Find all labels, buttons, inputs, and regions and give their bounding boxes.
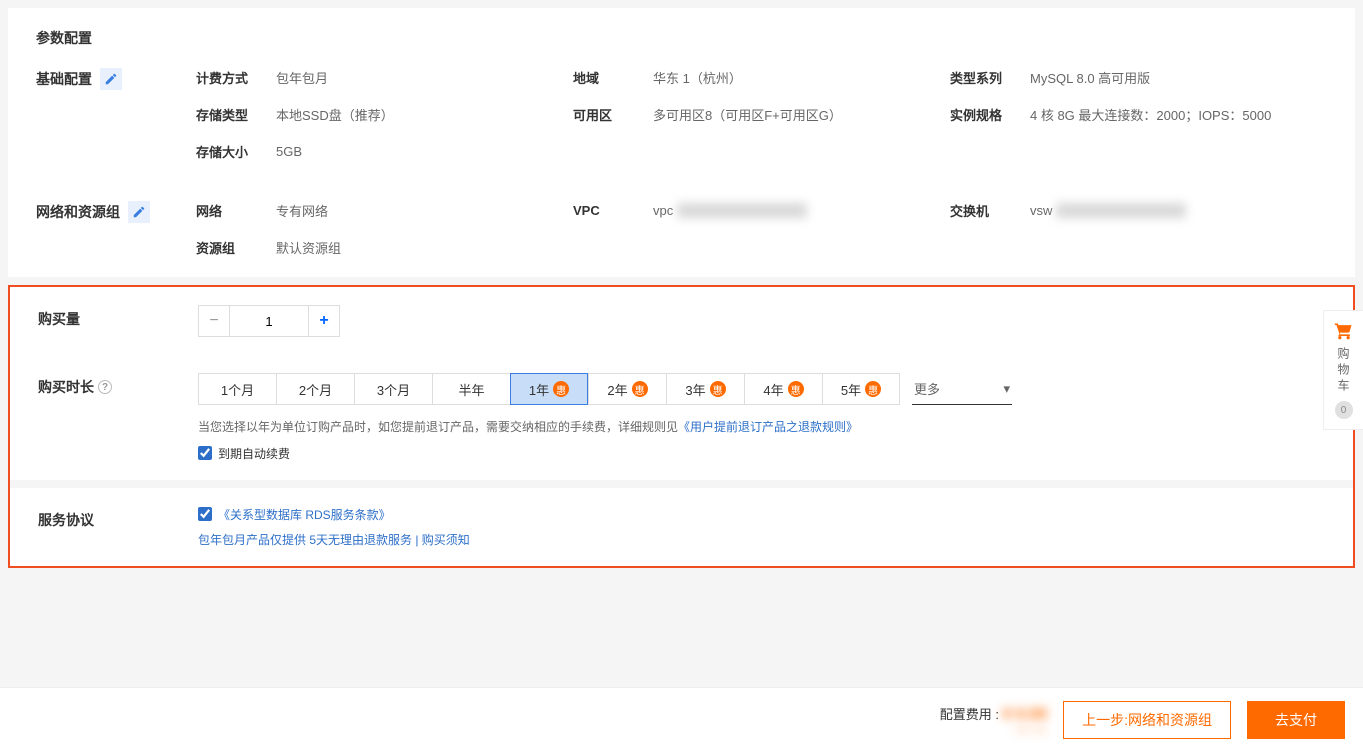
fee-sub: ---- ---- xyxy=(940,724,1047,736)
series-key: 类型系列 xyxy=(950,68,1030,87)
duration-option-4[interactable]: 1年惠 xyxy=(510,373,588,405)
edit-network-icon[interactable] xyxy=(128,201,150,223)
zone-val: 多可用区8（可用区F+可用区G） xyxy=(653,105,950,124)
pay-button[interactable]: 去支付 xyxy=(1247,701,1345,739)
fee-value: ¥ 0.00 xyxy=(1003,706,1047,723)
duration-option-3[interactable]: 半年 xyxy=(432,373,510,405)
cart-label: 购物车 xyxy=(1335,347,1352,395)
vswitch-key: 交换机 xyxy=(950,201,1030,220)
qty-label: 购买量 xyxy=(38,309,198,329)
vpc-key: VPC xyxy=(573,203,653,218)
net-key: 网络 xyxy=(196,201,276,220)
agreement-label: 服务协议 xyxy=(38,510,198,530)
auto-renew-label: 到期自动续费 xyxy=(218,445,290,462)
fee-label: 配置费用 : xyxy=(940,707,999,722)
resgroup-key: 资源组 xyxy=(196,238,276,257)
spec-val: 4 核 8G 最大连接数：2000；IOPS：5000 xyxy=(1030,105,1327,124)
region-key: 地域 xyxy=(573,68,653,87)
region-val: 华东 1（杭州） xyxy=(653,68,950,87)
zone-key: 可用区 xyxy=(573,105,653,124)
duration-option-8[interactable]: 5年惠 xyxy=(822,373,900,405)
cart-icon xyxy=(1334,321,1354,341)
spec-key: 实例规格 xyxy=(950,105,1030,124)
vswitch-val: vsw xxxxxxxxxxxxxxxxxxxx xyxy=(1030,203,1327,218)
resgroup-val: 默认资源组 xyxy=(276,238,573,257)
network-config-title: 网络和资源组 xyxy=(36,202,120,222)
edit-basic-icon[interactable] xyxy=(100,68,122,90)
chevron-down-icon: ▾ xyxy=(1003,381,1010,397)
net-val: 专有网络 xyxy=(276,201,573,220)
discount-badge-icon: 惠 xyxy=(710,381,726,397)
duration-option-7[interactable]: 4年惠 xyxy=(744,373,822,405)
duration-option-1[interactable]: 2个月 xyxy=(276,373,354,405)
page-title: 参数配置 xyxy=(8,8,1355,58)
qty-plus-button[interactable]: + xyxy=(308,305,340,337)
cart-tab[interactable]: 购物车 0 xyxy=(1323,310,1363,430)
refund-note-link[interactable]: 包年包月产品仅提供 5天无理由退款服务 | xyxy=(198,533,422,547)
refund-rules-link[interactable]: 《用户提前退订产品之退款规则》 xyxy=(678,420,858,434)
help-icon[interactable]: ? xyxy=(98,380,112,394)
prev-step-button[interactable]: 上一步:网络和资源组 xyxy=(1063,701,1231,739)
discount-badge-icon: 惠 xyxy=(553,381,569,397)
vpc-val: vpc xxxxxxxxxxxxxxxxxxxx xyxy=(653,203,950,218)
series-val: MySQL 8.0 高可用版 xyxy=(1030,68,1327,87)
duration-option-2[interactable]: 3个月 xyxy=(354,373,432,405)
duration-option-0[interactable]: 1个月 xyxy=(198,373,276,405)
storagesize-val: 5GB xyxy=(276,144,573,159)
auto-renew-checkbox[interactable] xyxy=(198,446,212,460)
storagesize-key: 存储大小 xyxy=(196,142,276,161)
storagetype-val: 本地SSD盘（推荐） xyxy=(276,105,573,124)
qty-input[interactable] xyxy=(230,305,308,337)
billing-val: 包年包月 xyxy=(276,68,573,87)
billing-key: 计费方式 xyxy=(196,68,276,87)
duration-option-6[interactable]: 3年惠 xyxy=(666,373,744,405)
terms-link[interactable]: 《关系型数据库 RDS服务条款》 xyxy=(218,506,391,523)
purchase-notice-link[interactable]: 购买须知 xyxy=(422,533,470,547)
duration-label: 购买时长 xyxy=(38,377,94,397)
duration-more-select[interactable]: 更多 ▾ xyxy=(912,373,1012,405)
duration-note: 当您选择以年为单位订购产品时，如您提前退订产品，需要交纳相应的手续费，详细规则见 xyxy=(198,420,678,434)
qty-minus-button[interactable]: − xyxy=(198,305,230,337)
basic-config-title: 基础配置 xyxy=(36,69,92,89)
discount-badge-icon: 惠 xyxy=(865,381,881,397)
cart-count: 0 xyxy=(1335,401,1353,419)
storagetype-key: 存储类型 xyxy=(196,105,276,124)
discount-badge-icon: 惠 xyxy=(632,381,648,397)
discount-badge-icon: 惠 xyxy=(788,381,804,397)
duration-option-5[interactable]: 2年惠 xyxy=(588,373,666,405)
terms-checkbox[interactable] xyxy=(198,507,212,521)
